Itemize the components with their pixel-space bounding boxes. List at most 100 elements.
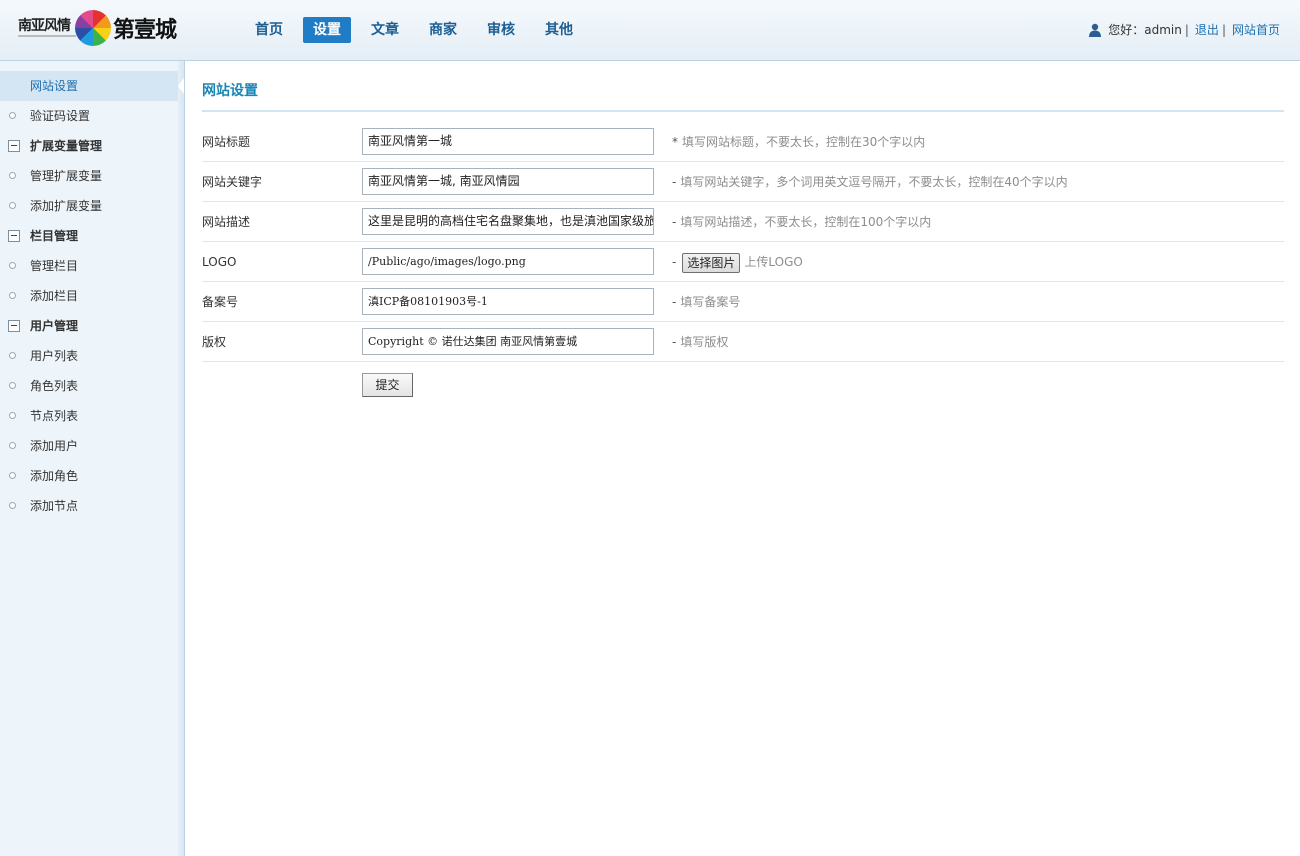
icp-input[interactable]: 滇ICP备08101903号-1: [362, 288, 654, 315]
keywords-input[interactable]: 南亚风情第一城, 南亚风情园: [362, 168, 654, 195]
sidebar-group-label: 栏目管理: [30, 229, 79, 243]
site-title-hint: * 填写网站标题，不要太长，控制在30个字以内: [672, 122, 925, 162]
choose-image-button[interactable]: 选择图片: [682, 252, 741, 273]
sidebar-group-columns[interactable]: 栏目管理: [0, 221, 184, 251]
separator: |: [1221, 22, 1226, 37]
form-row-logo: LOGO /Public/ago/images/logo.png - 选择图片 上传…: [202, 242, 1284, 282]
submit-button[interactable]: 提交: [362, 373, 413, 397]
sidebar-item-label: 角色列表: [30, 379, 79, 393]
sidebar-group-users[interactable]: 用户管理: [0, 311, 184, 341]
nav-articles[interactable]: 文章: [361, 17, 409, 43]
sidebar-item-add-node[interactable]: 添加节点: [0, 491, 184, 521]
keywords-label: 网站关键字: [202, 175, 263, 189]
sidebar-group-label: 用户管理: [30, 319, 79, 333]
collapse-icon[interactable]: [8, 320, 20, 332]
bullet-icon: [9, 412, 16, 419]
logo-color-wheel-icon: [75, 10, 111, 46]
site-logo[interactable]: 南亚风情 第壹城: [18, 9, 183, 49]
sidebar-item-label: 添加角色: [30, 469, 79, 483]
sidebar-item-site-settings[interactable]: 网站设置: [0, 71, 184, 101]
description-label: 网站描述: [202, 215, 251, 229]
sidebar-item-manage-columns[interactable]: 管理栏目: [0, 251, 184, 281]
bullet-icon: [9, 202, 16, 209]
bullet-icon: [9, 292, 16, 299]
logout-link[interactable]: 退出: [1195, 21, 1219, 38]
logo-path-input[interactable]: /Public/ago/images/logo.png: [362, 248, 654, 275]
copyright-label: 版权: [202, 335, 227, 349]
hint-dash: -: [672, 335, 677, 349]
sidebar-item-label: 添加节点: [30, 499, 79, 513]
copyright-hint: - 填写版权: [672, 322, 728, 362]
hint-text: 填写网站标题，不要太长，控制在30个字以内: [682, 135, 926, 149]
sidebar-item-label: 节点列表: [30, 409, 79, 423]
bullet-icon: [9, 502, 16, 509]
sidebar-item-label: 管理栏目: [30, 259, 79, 273]
icp-hint: - 填写备案号: [672, 282, 740, 322]
description-hint: - 填写网站描述，不要太长，控制在100个字以内: [672, 202, 931, 242]
form-row-icp: 备案号 滇ICP备08101903号-1 - 填写备案号: [202, 282, 1284, 322]
site-title-label: 网站标题: [202, 135, 251, 149]
hint-text: 上传LOGO: [744, 255, 803, 269]
logo-tagline-line: [18, 35, 76, 37]
copyright-input[interactable]: Copyright © 诺仕达集团 南亚风情第壹城: [362, 328, 654, 355]
hint-dash: -: [672, 175, 677, 189]
user-icon: [1089, 23, 1102, 37]
sidebar-item-add-user[interactable]: 添加用户: [0, 431, 184, 461]
bullet-icon: [9, 382, 16, 389]
sidebar-item-label: 添加栏目: [30, 289, 79, 303]
description-input[interactable]: 这里是昆明的高档住宅名盘聚集地，也是滇池国家级旅: [362, 208, 654, 235]
sidebar-item-user-list[interactable]: 用户列表: [0, 341, 184, 371]
logo-label: LOGO: [202, 255, 237, 269]
separator: |: [1184, 22, 1189, 37]
nav-review[interactable]: 审核: [477, 17, 525, 43]
site-title-input[interactable]: 南亚风情第一城: [362, 128, 654, 155]
nav-home[interactable]: 首页: [245, 17, 293, 43]
site-home-link[interactable]: 网站首页: [1232, 21, 1280, 38]
sidebar-item-node-list[interactable]: 节点列表: [0, 401, 184, 431]
greeting-text: 您好：admin: [1108, 23, 1182, 37]
sidebar-item-captcha-settings[interactable]: 验证码设置: [0, 101, 184, 131]
user-bar: 您好：admin | 退出 | 网站首页: [1088, 21, 1280, 38]
main-nav: 首页 设置 文章 商家 审核 其他: [245, 17, 593, 43]
sidebar: 网站设置 验证码设置 扩展变量管理 管理扩展变量 添加扩展变量 栏目管理 管理栏…: [0, 61, 185, 856]
bullet-icon: [9, 112, 16, 119]
hint-text: 填写备案号: [680, 295, 741, 309]
sidebar-menu: 网站设置 验证码设置 扩展变量管理 管理扩展变量 添加扩展变量 栏目管理 管理栏…: [0, 71, 184, 521]
hint-dash: -: [672, 255, 677, 269]
bullet-icon: [9, 442, 16, 449]
bullet-icon: [9, 172, 16, 179]
sidebar-item-label: 管理扩展变量: [30, 169, 103, 183]
sidebar-item-add-extension-var[interactable]: 添加扩展变量: [0, 191, 184, 221]
sidebar-item-label: 添加扩展变量: [30, 199, 103, 213]
nav-settings[interactable]: 设置: [303, 17, 351, 43]
bullet-icon: [9, 262, 16, 269]
sidebar-item-label: 网站设置: [30, 79, 79, 93]
bullet-icon: [9, 472, 16, 479]
sidebar-item-add-role[interactable]: 添加角色: [0, 461, 184, 491]
sidebar-item-label: 添加用户: [30, 439, 79, 453]
sidebar-item-add-column[interactable]: 添加栏目: [0, 281, 184, 311]
form-row-keywords: 网站关键字 南亚风情第一城, 南亚风情园 - 填写网站关键字，多个词用英文逗号隔开…: [202, 162, 1284, 202]
nav-merchants[interactable]: 商家: [419, 17, 467, 43]
form-row-copyright: 版权 Copyright © 诺仕达集团 南亚风情第壹城 - 填写版权: [202, 322, 1284, 362]
submit-row: 提交: [202, 362, 1284, 412]
hint-text: 填写版权: [680, 335, 729, 349]
logo-hint: - 选择图片 上传LOGO: [672, 242, 803, 282]
hint-text: 填写网站描述，不要太长，控制在100个字以内: [680, 215, 932, 229]
top-header: 南亚风情 第壹城 首页 设置 文章 商家 审核 其他 您好：admin | 退出…: [0, 0, 1300, 61]
keywords-hint: - 填写网站关键字，多个词用英文逗号隔开，不要太长，控制在40个字以内: [672, 162, 1068, 202]
required-mark: *: [672, 135, 678, 149]
form-row-description: 网站描述 这里是昆明的高档住宅名盘聚集地，也是滇池国家级旅 - 填写网站描述，不要…: [202, 202, 1284, 242]
sidebar-item-role-list[interactable]: 角色列表: [0, 371, 184, 401]
bullet-icon: [9, 352, 16, 359]
sidebar-item-manage-extension-vars[interactable]: 管理扩展变量: [0, 161, 184, 191]
collapse-icon[interactable]: [8, 230, 20, 242]
page-title: 网站设置: [202, 61, 1284, 112]
sidebar-item-label: 验证码设置: [30, 109, 91, 123]
collapse-icon[interactable]: [8, 140, 20, 152]
nav-other[interactable]: 其他: [535, 17, 583, 43]
form-row-site-title: 网站标题 南亚风情第一城 * 填写网站标题，不要太长，控制在30个字以内: [202, 122, 1284, 162]
sidebar-group-label: 扩展变量管理: [30, 139, 103, 153]
sidebar-group-extension-vars[interactable]: 扩展变量管理: [0, 131, 184, 161]
